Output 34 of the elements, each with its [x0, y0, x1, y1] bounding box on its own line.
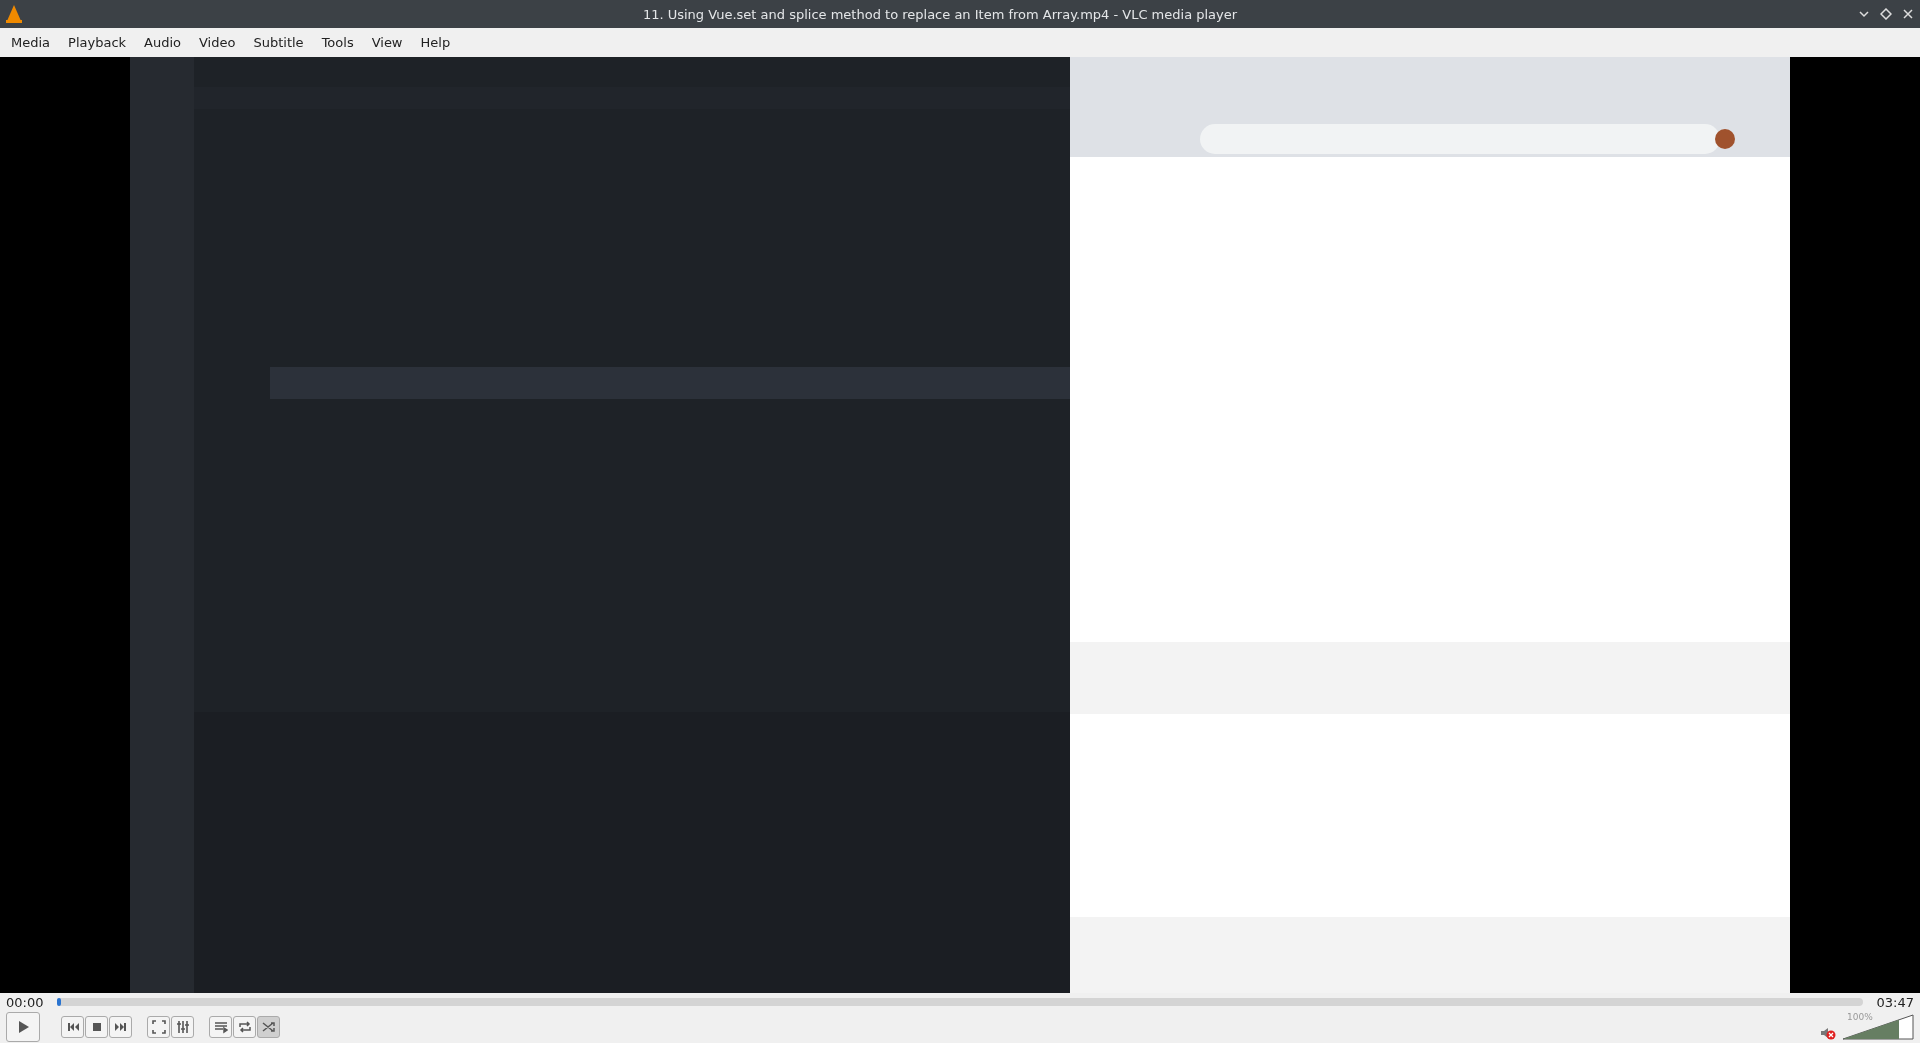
equalizer-button[interactable] — [171, 1016, 194, 1038]
muted-speaker-icon[interactable] — [1820, 1026, 1836, 1040]
menu-item[interactable]: Tools — [312, 35, 363, 50]
total-time: 03:47 — [1876, 994, 1914, 1010]
previous-button[interactable] — [61, 1016, 84, 1038]
menu-item[interactable]: View — [362, 35, 412, 50]
menu-item[interactable]: Subtitle — [244, 35, 313, 50]
loop-icon — [237, 1020, 252, 1034]
play-icon — [16, 1020, 30, 1034]
next-icon — [113, 1020, 128, 1034]
playlist-button[interactable] — [209, 1016, 232, 1038]
fullscreen-icon — [151, 1020, 166, 1034]
volume-reading: 100% — [1847, 1012, 1873, 1022]
menu-item[interactable]: Help — [411, 35, 460, 50]
shuffle-icon — [261, 1020, 276, 1034]
cone-icon — [6, 5, 22, 23]
menu-item[interactable]: Video — [190, 35, 245, 50]
menu-item[interactable]: Playback — [59, 35, 136, 50]
next-button[interactable] — [109, 1016, 132, 1038]
minimize-icon[interactable] — [1858, 8, 1870, 20]
elapsed-time: 00:00 — [6, 994, 44, 1010]
playlist-icon — [213, 1020, 228, 1034]
stop-button[interactable] — [85, 1016, 108, 1038]
menu-item[interactable]: Media — [2, 35, 60, 50]
window-title: 11. Using Vue.set and splice method to replace an Item from Array.mp4 - VLC media player — [641, 6, 1239, 22]
close-icon[interactable] — [1902, 8, 1914, 20]
shuffle-button[interactable] — [257, 1016, 280, 1038]
sliders-icon — [175, 1020, 190, 1034]
previous-icon — [65, 1020, 80, 1034]
loop-button[interactable] — [233, 1016, 256, 1038]
fullscreen-button[interactable] — [147, 1016, 170, 1038]
play-button[interactable] — [6, 1012, 40, 1042]
maximize-icon[interactable] — [1880, 8, 1892, 20]
menu-item[interactable]: Audio — [135, 35, 190, 50]
